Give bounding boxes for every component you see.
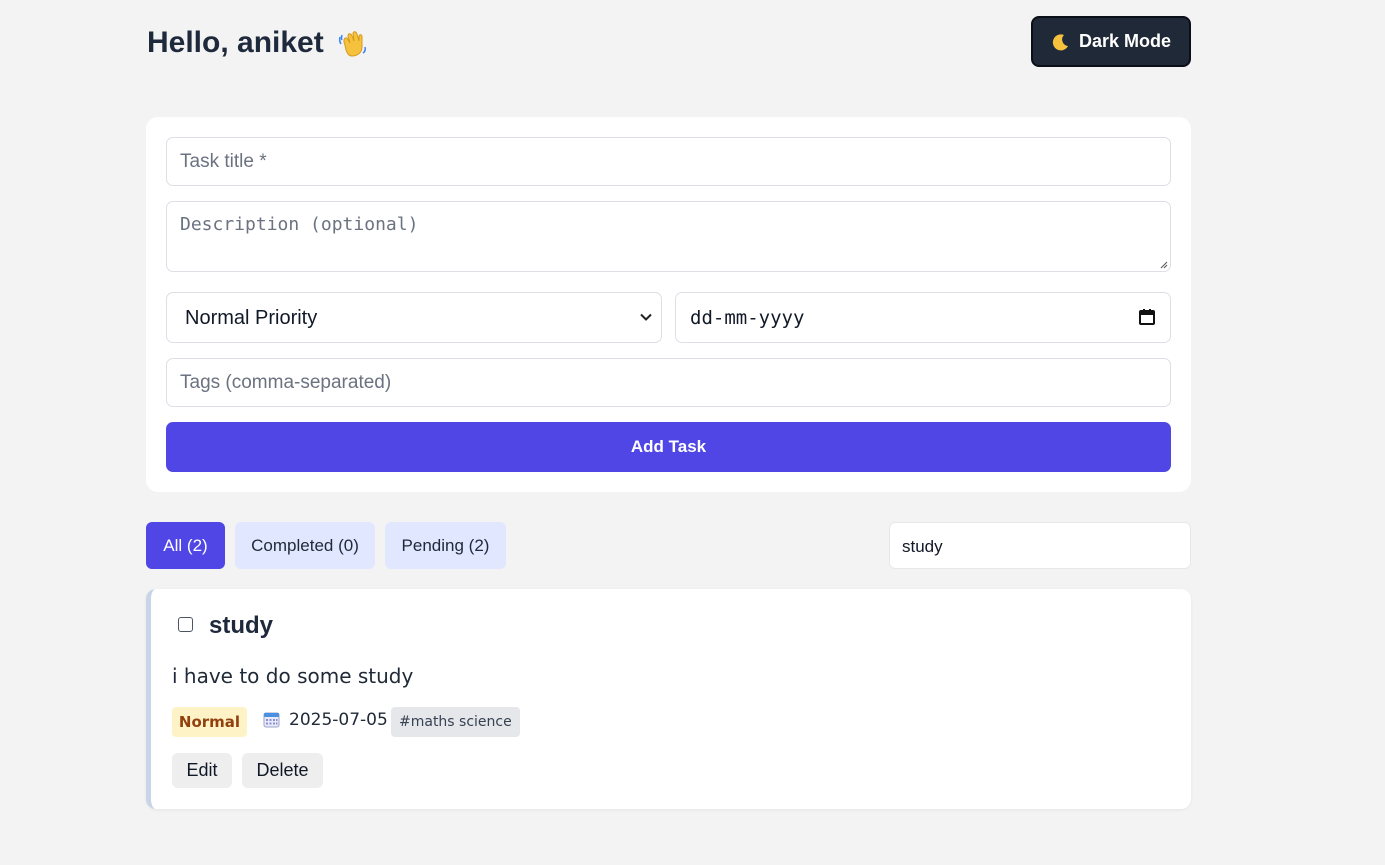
description-placeholder: Description (optional) [180, 214, 419, 235]
priority-selected-value: Normal Priority [185, 307, 318, 329]
description-textarea[interactable]: Description (optional) [166, 201, 1171, 272]
app-container: Hello, aniket Dark Mode Task title * Des… [146, 0, 1191, 809]
dark-mode-button[interactable]: Dark Mode [1031, 16, 1191, 67]
header: Hello, aniket Dark Mode [146, 0, 1191, 90]
task-title: study [209, 612, 274, 639]
waving-hand-icon [338, 31, 366, 57]
moon-icon [1052, 33, 1068, 50]
search-input[interactable]: study [889, 522, 1191, 569]
delete-button[interactable]: Delete [242, 753, 323, 788]
chevron-down-icon [640, 313, 652, 321]
edit-button[interactable]: Edit [172, 753, 232, 788]
task-card: study i have to do some study Normal 202… [146, 589, 1191, 809]
greeting-text: Hello, aniket [147, 26, 324, 59]
date-placeholder: dd-mm-yyyy [690, 307, 805, 329]
task-form: Task title * Description (optional) Norm… [146, 117, 1191, 492]
filter-all-button[interactable]: All (2) [146, 522, 225, 569]
calendar-icon[interactable] [1138, 308, 1156, 326]
due-date: 2025-07-05 [289, 710, 388, 730]
resize-handle-icon[interactable] [1158, 259, 1168, 269]
task-title-placeholder: Task title * [180, 151, 267, 172]
add-task-button[interactable]: Add Task [166, 422, 1171, 472]
dark-mode-label: Dark Mode [1078, 31, 1172, 51]
due-date-input[interactable]: dd-mm-yyyy [675, 292, 1171, 343]
tags-input[interactable]: Tags (comma-separated) [166, 358, 1171, 407]
task-complete-checkbox[interactable] [178, 617, 193, 632]
filter-pending-button[interactable]: Pending (2) [385, 522, 506, 569]
task-title-input[interactable]: Task title * [166, 137, 1171, 186]
calendar-icon [263, 712, 280, 728]
filter-completed-button[interactable]: Completed (0) [235, 522, 375, 569]
task-description: i have to do some study [172, 664, 414, 688]
priority-select[interactable]: Normal Priority [166, 292, 662, 343]
priority-badge: Normal [172, 707, 247, 737]
page-title: Hello, aniket [147, 26, 368, 60]
tag-chip: #maths science [391, 707, 520, 737]
tags-placeholder: Tags (comma-separated) [180, 372, 392, 393]
search-value: study [902, 537, 943, 556]
